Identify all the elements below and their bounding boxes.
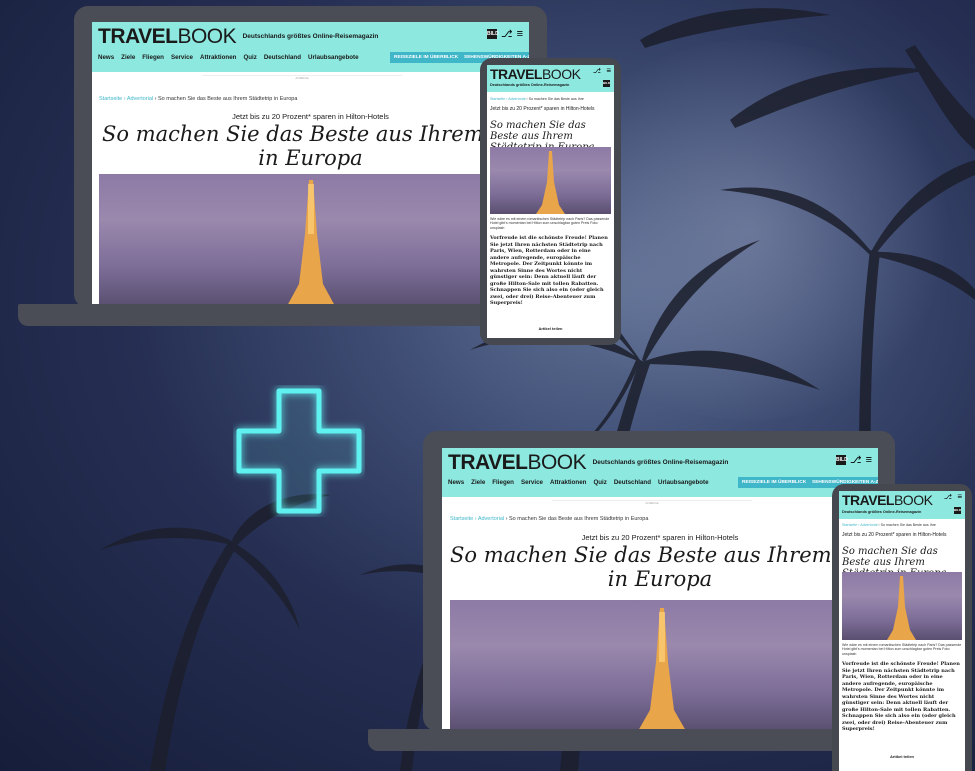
ad-label: ANZEIGE <box>202 75 402 80</box>
breadcrumb-current: So machen Sie das Beste aus Ihrem Städte… <box>158 96 298 102</box>
site-tagline: Deutschlands größtes Online-Reisemagazin <box>592 459 729 466</box>
mobile-caption: Wie wäre es mit einem romantischen Städt… <box>842 643 962 656</box>
breadcrumb-section[interactable]: Advertorial <box>127 96 153 102</box>
reiseziele-button[interactable]: REISEZIELE IM ÜBERBLICK <box>390 52 463 63</box>
nav-item-quiz[interactable]: Quiz <box>243 54 256 61</box>
nav-item-urlaubsangebote[interactable]: Urlaubsangebote <box>658 479 709 486</box>
mobile-header: TRAVELBOOK Deutschlands größtes Online-R… <box>839 491 965 519</box>
mobile-breadcrumb: Startseite › Advertorial › So machen Sie… <box>842 523 936 527</box>
phone-bottom-screen: TRAVELBOOK Deutschlands größtes Online-R… <box>839 491 965 771</box>
nav-item-deutschland[interactable]: Deutschland <box>264 54 301 61</box>
laptop-bottom-device: TRAVELBOOK Deutschlands größtes Online-R… <box>423 431 895 731</box>
mobile-travelbook-logo: TRAVELBOOK <box>842 492 933 508</box>
main-nav: News Ziele Fliegen Service Attraktionen … <box>448 479 709 486</box>
article-kicker: Jetzt bis zu 20 Prozent* sparen in Hilto… <box>581 533 739 542</box>
bell-icon[interactable]: ⎇ <box>850 455 862 466</box>
share-article-button[interactable]: Artikel teilen <box>487 326 614 331</box>
laptop-bottom-screen: TRAVELBOOK Deutschlands größtes Online-R… <box>442 448 878 731</box>
share-article-button[interactable]: Artikel teilen <box>839 754 965 759</box>
mobile-kicker: Jetzt bis zu 20 Prozent* sparen in Hilto… <box>490 106 595 112</box>
bell-icon[interactable]: ⎇ <box>944 493 952 501</box>
site-header: TRAVELBOOK Deutschlands größtes Online-R… <box>92 22 529 72</box>
nav-item-urlaubsangebote[interactable]: Urlaubsangebote <box>308 54 359 61</box>
nav-item-news[interactable]: News <box>98 54 114 61</box>
laptop-top-screen: TRAVELBOOK Deutschlands größtes Online-R… <box>92 22 529 306</box>
nav-item-service[interactable]: Service <box>521 479 543 486</box>
bild-logo: BILD <box>487 29 499 39</box>
bild-logo: BILD <box>954 507 961 514</box>
menu-icon[interactable]: ≡ <box>606 66 611 75</box>
mobile-tagline: Deutschlands größtes Online-Reisemagazin <box>490 83 570 87</box>
mobile-body-text: Vorfreude ist die schönste Freude! Plane… <box>842 661 960 732</box>
nav-item-news[interactable]: News <box>448 479 464 486</box>
phone-top-device: TRAVELBOOK Deutschlands größtes Online-R… <box>480 58 621 345</box>
ad-label: ANZEIGE <box>552 500 752 505</box>
eiffel-tower-photo <box>450 600 874 731</box>
article-headline: So machen Sie das Beste aus Ihrem Städt … <box>102 122 529 170</box>
breadcrumb: Startseite › Advertorial › So machen Sie… <box>99 96 298 102</box>
phone-bottom-device: TRAVELBOOK Deutschlands größtes Online-R… <box>832 484 972 771</box>
travelbook-logo: TRAVELBOOK <box>448 451 587 474</box>
bell-icon[interactable]: ⎇ <box>593 67 601 75</box>
main-nav: News Ziele Fliegen Service Attraktionen … <box>98 54 359 61</box>
mobile-tagline: Deutschlands größtes Online-Reisemagazin <box>842 510 922 514</box>
site-header: TRAVELBOOK Deutschlands größtes Online-R… <box>442 448 878 497</box>
eiffel-tower-photo <box>99 174 523 306</box>
menu-icon[interactable]: ≡ <box>866 454 872 466</box>
article-headline: So machen Sie das Beste aus Ihrem Städte… <box>450 543 878 591</box>
site-tagline: Deutschlands größtes Online-Reisemagazin <box>242 33 379 40</box>
travelbook-logo: TRAVELBOOK <box>98 25 237 48</box>
nav-item-attraktionen[interactable]: Attraktionen <box>200 54 236 61</box>
bell-icon[interactable]: ⎇ <box>501 29 513 40</box>
breadcrumb: Startseite › Advertorial › So machen Sie… <box>450 516 649 522</box>
nav-item-service[interactable]: Service <box>171 54 193 61</box>
nav-item-attraktionen[interactable]: Attraktionen <box>550 479 586 486</box>
mobile-header: TRAVELBOOK Deutschlands größtes Online-R… <box>487 65 614 92</box>
reiseziele-button[interactable]: REISEZIELE IM ÜBERBLICK <box>738 477 811 488</box>
mobile-caption: Wie wäre es mit einem romantischen Städt… <box>490 217 610 230</box>
bild-logo: BILD <box>603 80 610 87</box>
mobile-travelbook-logo: TRAVELBOOK <box>490 66 581 82</box>
mobile-kicker: Jetzt bis zu 20 Prozent* sparen in Hilto… <box>842 532 947 538</box>
mobile-body-text: Vorfreude ist die schönste Freude! Plane… <box>490 235 608 306</box>
nav-item-fliegen[interactable]: Fliegen <box>142 54 164 61</box>
nav-item-quiz[interactable]: Quiz <box>593 479 606 486</box>
nav-item-fliegen[interactable]: Fliegen <box>492 479 514 486</box>
mobile-eiffel-photo <box>490 147 611 214</box>
bild-logo: BILD <box>836 455 848 465</box>
laptop-top-device: TRAVELBOOK Deutschlands größtes Online-R… <box>74 6 547 308</box>
menu-icon[interactable]: ≡ <box>517 28 523 40</box>
nav-item-ziele[interactable]: Ziele <box>471 479 485 486</box>
phone-top-screen: TRAVELBOOK Deutschlands größtes Online-R… <box>487 65 614 338</box>
nav-item-deutschland[interactable]: Deutschland <box>614 479 651 486</box>
mobile-breadcrumb: Startseite › Advertorial › So machen Sie… <box>490 97 584 101</box>
breadcrumb-home[interactable]: Startseite <box>99 96 122 102</box>
mobile-eiffel-photo <box>842 572 962 640</box>
nav-item-ziele[interactable]: Ziele <box>121 54 135 61</box>
plus-icon <box>233 385 365 517</box>
menu-icon[interactable]: ≡ <box>957 492 962 501</box>
article-kicker: Jetzt bis zu 20 Prozent* sparen in Hilto… <box>232 112 389 121</box>
